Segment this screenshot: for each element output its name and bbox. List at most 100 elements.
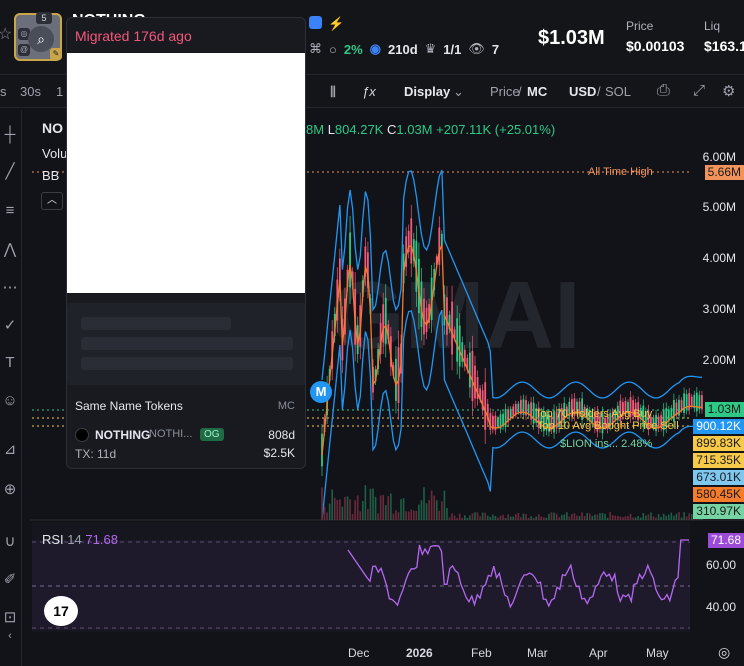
volume-bar bbox=[614, 515, 617, 520]
volume-bar bbox=[369, 488, 372, 520]
volume-bar bbox=[407, 511, 410, 520]
volume-bar bbox=[527, 517, 530, 520]
candle-body bbox=[382, 304, 385, 343]
emoji-icon[interactable]: ☺ bbox=[0, 392, 20, 409]
settings-icon[interactable]: ⚙ bbox=[722, 82, 735, 100]
indicators-icon[interactable]: ƒx bbox=[362, 84, 376, 99]
lock-icon[interactable]: ⊡ bbox=[0, 608, 20, 626]
migration-marker[interactable]: M bbox=[310, 381, 332, 403]
price-tag: 899.83K bbox=[693, 436, 744, 451]
volume-bar bbox=[443, 490, 446, 520]
volume-bar bbox=[675, 513, 678, 520]
ruler-icon[interactable]: ⊿ bbox=[0, 440, 20, 458]
display-menu[interactable]: Display bbox=[404, 84, 450, 99]
star-icon[interactable]: ☆ bbox=[0, 24, 12, 44]
rsi-period: 14 bbox=[67, 532, 82, 547]
volume-bar bbox=[583, 516, 586, 520]
volume-bar bbox=[471, 513, 474, 520]
volume-bar bbox=[331, 489, 333, 520]
same-token-name[interactable]: NOTHING bbox=[95, 428, 150, 442]
brush-icon[interactable]: ✓ bbox=[0, 316, 20, 334]
volume-bar bbox=[497, 517, 499, 520]
price-toggle[interactable]: Price bbox=[490, 84, 520, 99]
usd-toggle[interactable]: USD bbox=[569, 84, 596, 99]
volume-bar bbox=[489, 516, 492, 520]
holders-pct: 2% bbox=[343, 41, 363, 57]
projection-icon[interactable]: ⋯ bbox=[0, 278, 20, 296]
volume-bar bbox=[517, 512, 520, 520]
volume-bar bbox=[456, 517, 458, 520]
edit-icon[interactable]: ✎ bbox=[50, 48, 62, 60]
fib-icon[interactable]: ≡ bbox=[0, 202, 20, 219]
volume-bar bbox=[428, 500, 430, 520]
candle-body bbox=[471, 350, 474, 402]
sol-toggle[interactable]: SOL bbox=[605, 84, 631, 99]
volume-bar bbox=[438, 510, 441, 520]
volume-bar bbox=[601, 512, 604, 520]
volume-bar bbox=[680, 517, 683, 520]
currency-separator: / bbox=[597, 84, 601, 99]
volume-bar bbox=[665, 515, 668, 520]
volume-bar bbox=[599, 513, 601, 520]
candle-body bbox=[670, 408, 673, 418]
ohlc-partial: 8M bbox=[306, 122, 325, 137]
search-icon: ○ bbox=[329, 41, 337, 57]
camera-icon[interactable]: ⎙ bbox=[657, 82, 670, 100]
volume-bar bbox=[481, 512, 484, 520]
avg-bought-label: Top 10 Avg Bought Price Sell bbox=[537, 420, 679, 432]
volume-bar bbox=[591, 515, 594, 520]
volume-bar bbox=[670, 512, 673, 520]
volume-bar bbox=[418, 504, 420, 520]
volume-bar bbox=[321, 487, 323, 520]
volume-bar bbox=[688, 513, 690, 520]
volume-bar bbox=[392, 513, 395, 520]
tradingview-logo[interactable]: 17 bbox=[44, 596, 78, 626]
volume-bar bbox=[372, 488, 374, 520]
volume-bar bbox=[637, 516, 639, 520]
rsi-band bbox=[32, 540, 690, 630]
collapse-left-icon[interactable]: ‹ bbox=[0, 630, 20, 642]
volume-bar bbox=[336, 500, 339, 520]
fullscreen-icon[interactable]: ⤢ bbox=[693, 82, 705, 99]
timeframe-1[interactable]: 1 bbox=[56, 84, 63, 99]
zoom-in-icon[interactable]: ⊕ bbox=[0, 480, 20, 498]
volume-bar bbox=[441, 501, 443, 520]
volume-bar bbox=[525, 514, 527, 520]
chevron-down-icon[interactable]: ⌄ bbox=[453, 84, 464, 100]
same-token-symbol: NOTHI... bbox=[149, 428, 193, 440]
timeframe-s[interactable]: s bbox=[0, 84, 7, 99]
volume-bar bbox=[323, 506, 326, 520]
mc-toggle[interactable]: MC bbox=[527, 84, 547, 99]
volume-bar bbox=[596, 514, 599, 520]
x-tick: 2026 bbox=[406, 646, 433, 660]
candle-body bbox=[451, 301, 453, 355]
volume-bar bbox=[446, 507, 448, 520]
legend-collapse-button[interactable]: ︿ bbox=[41, 192, 63, 210]
volume-bar bbox=[639, 517, 642, 520]
settings-icon[interactable]: ◎ bbox=[718, 644, 730, 661]
volume-bar bbox=[540, 516, 543, 520]
liq-label: Liq bbox=[704, 19, 721, 33]
volume-bar bbox=[354, 500, 356, 520]
volume-bar bbox=[364, 485, 367, 520]
volume-bar bbox=[578, 516, 581, 520]
crosshair-icon[interactable]: ┼ bbox=[0, 126, 20, 143]
magnet-icon[interactable]: ∪ bbox=[0, 532, 20, 550]
chart-symbol: NO bbox=[42, 120, 63, 136]
trendline-icon[interactable]: ╱ bbox=[0, 162, 20, 180]
price-tag: 900.12K bbox=[693, 419, 744, 434]
lion-label: $LION ins... 2.48% bbox=[560, 438, 653, 450]
price-tag: 5.66M bbox=[704, 165, 744, 180]
telegram-icon[interactable] bbox=[309, 16, 322, 29]
volume-bar bbox=[474, 512, 476, 520]
timeframe-30s[interactable]: 30s bbox=[20, 84, 41, 99]
y-tick: 3.00M bbox=[702, 302, 736, 316]
candle-body bbox=[410, 218, 413, 264]
volume-bar bbox=[458, 513, 461, 520]
text-icon[interactable]: T bbox=[0, 354, 20, 371]
liq-value: $163.1 bbox=[704, 38, 744, 54]
pattern-icon[interactable]: ⋀ bbox=[0, 240, 20, 258]
volume-bar bbox=[560, 514, 563, 520]
candle-type-icon[interactable]: ⫼ bbox=[330, 84, 336, 100]
lock-draw-icon[interactable]: ✐ bbox=[0, 570, 20, 588]
